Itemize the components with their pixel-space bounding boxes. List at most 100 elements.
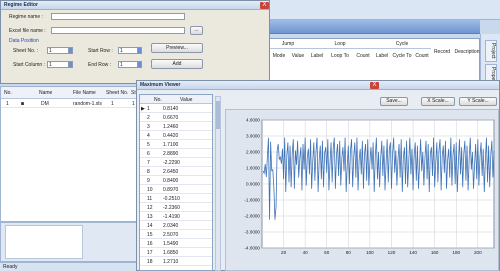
- column-header[interactable]: Value: [289, 51, 307, 61]
- y-tick-label: -2.0000: [244, 214, 260, 219]
- column-header-value[interactable]: Value: [180, 97, 192, 103]
- regime-editor-title[interactable]: Regime Editor: [1, 1, 269, 10]
- list-item[interactable]: 14 2.0340: [140, 221, 212, 230]
- selected-row-marker: ▶: [141, 106, 145, 112]
- add-button[interactable]: Add: [151, 59, 203, 69]
- row-index: 10: [147, 187, 153, 193]
- row-value: -2.2290: [163, 160, 180, 166]
- left-bottom-panel: [0, 222, 138, 262]
- y-tick-label: 2.0000: [246, 150, 260, 155]
- row-index: 18: [147, 259, 153, 265]
- row-start: 1: [132, 101, 135, 107]
- regime-name-label: Regime name :: [9, 14, 43, 20]
- close-icon[interactable]: X: [370, 82, 379, 89]
- row-value: -0.2510: [163, 196, 180, 202]
- y-tick-label: 3.0000: [246, 134, 260, 139]
- list-item[interactable]: 10 0.8970: [140, 185, 212, 194]
- data-position-label: Data Position: [9, 38, 39, 44]
- column-header-no[interactable]: No.: [154, 97, 162, 103]
- list-item[interactable]: 5 1.7100: [140, 140, 212, 149]
- row-value: 1.7100: [163, 142, 179, 148]
- column-header[interactable]: Label: [373, 51, 391, 61]
- spinner-icon[interactable]: [137, 48, 141, 53]
- dock-tab-project[interactable]: Project: [485, 40, 497, 62]
- start-column-stepper[interactable]: 1: [47, 61, 73, 68]
- list-item[interactable]: 2 0.6670: [140, 113, 212, 122]
- row-value: 0.8970: [163, 187, 179, 193]
- y-scale-button[interactable]: Y Scale...: [459, 97, 497, 106]
- preview-button[interactable]: Preview...: [151, 43, 203, 53]
- list-item[interactable]: 11 -0.2510: [140, 194, 212, 203]
- list-item[interactable]: 17 1.6850: [140, 248, 212, 257]
- row-value: -1.4190: [163, 214, 180, 220]
- chart-svg: 4.0000 3.0000 2.0000 1.0000 0.0000 -1.0000 -2.…: [244, 118, 495, 255]
- y-tick-label: 1.0000: [246, 166, 260, 171]
- column-header[interactable]: Count: [353, 51, 373, 61]
- column-group-cycle: Cycle: [373, 39, 431, 49]
- row-value: 2.5070: [163, 232, 179, 238]
- toolbar-strip: [270, 0, 500, 20]
- column-header[interactable]: Record: [431, 47, 453, 57]
- list-item[interactable]: 12 -2.2360: [140, 203, 212, 212]
- spinner-icon[interactable]: [68, 62, 72, 67]
- column-header[interactable]: Cycle To: [391, 51, 413, 61]
- start-column-label: Start Column :: [13, 62, 45, 68]
- list-item[interactable]: 7 -2.2290: [140, 158, 212, 167]
- row-index: 8: [147, 169, 150, 175]
- row-index: 2: [147, 115, 150, 121]
- x-tick-label: 20: [281, 250, 287, 255]
- column-header[interactable]: Name: [39, 90, 52, 96]
- column-header[interactable]: Description: [453, 47, 481, 57]
- list-item[interactable]: 9 0.8400: [140, 176, 212, 185]
- list-item[interactable]: 3 1.2460: [140, 122, 212, 131]
- browse-button[interactable]: ...: [190, 26, 203, 35]
- viewer-title[interactable]: Maximum Viewer: [137, 81, 499, 90]
- x-tick-label: 160: [431, 250, 439, 255]
- list-item[interactable]: 18 1.2710: [140, 257, 212, 266]
- column-header[interactable]: No.: [4, 90, 12, 96]
- column-header[interactable]: Label: [307, 51, 327, 61]
- row-value: 0.6670: [163, 115, 179, 121]
- start-row-stepper[interactable]: 1: [118, 47, 142, 54]
- close-icon[interactable]: X: [260, 2, 269, 9]
- y-tick-label: -1.0000: [244, 198, 260, 203]
- column-header[interactable]: Count: [413, 51, 431, 61]
- table-row[interactable]: 1 ◙ DM random-1.xls 1 1: [1, 99, 137, 108]
- row-index: 13: [147, 214, 153, 220]
- end-row-label: End Row :: [88, 62, 112, 68]
- list-item[interactable]: 4 0.4420: [140, 131, 212, 140]
- list-item[interactable]: 13 -1.4190: [140, 212, 212, 221]
- save-button[interactable]: Save...: [380, 97, 408, 106]
- column-header[interactable]: Loop To: [327, 51, 353, 61]
- end-row-stepper[interactable]: 1: [118, 61, 142, 68]
- column-header[interactable]: File Name: [73, 90, 96, 96]
- column-header[interactable]: Sheet No.: [106, 90, 128, 96]
- sheet-no-stepper[interactable]: 1: [47, 47, 73, 54]
- spinner-icon[interactable]: [137, 62, 141, 67]
- excel-file-input[interactable]: [51, 27, 185, 34]
- list-item[interactable]: ▶ 1 0.8140: [140, 104, 212, 113]
- value-list-header: No. Value: [140, 95, 212, 104]
- y-scale-label: Y Scale...: [467, 98, 489, 104]
- excel-file-label: Excel file name :: [9, 28, 46, 34]
- list-item[interactable]: 15 2.5070: [140, 230, 212, 239]
- column-header[interactable]: Mode: [269, 51, 289, 61]
- y-tick-label: 4.0000: [246, 118, 260, 123]
- x-scale-button[interactable]: X Scale...: [421, 97, 455, 106]
- row-index: 12: [147, 205, 153, 211]
- y-tick-label: -4.0000: [244, 246, 260, 251]
- regime-name-input[interactable]: [51, 13, 185, 20]
- list-item[interactable]: 16 1.5490: [140, 239, 212, 248]
- list-item[interactable]: 6 2.8890: [140, 149, 212, 158]
- record-icon: ◙: [21, 101, 25, 107]
- row-number: 1: [6, 101, 9, 107]
- row-value: 1.6850: [163, 250, 179, 256]
- value-list: No. Value ▶ 1 0.8140 2 0.6670 3 1.2460 4 0.4420 5…: [139, 94, 213, 271]
- list-scrollbar[interactable]: [215, 96, 221, 271]
- list-item[interactable]: 8 2.6450: [140, 167, 212, 176]
- scrollbar-thumb[interactable]: [216, 101, 220, 129]
- end-row-value: 1: [120, 62, 123, 68]
- x-tick-label: 60: [324, 250, 330, 255]
- column-group-loop: Loop: [307, 39, 373, 49]
- spinner-icon[interactable]: [68, 48, 72, 53]
